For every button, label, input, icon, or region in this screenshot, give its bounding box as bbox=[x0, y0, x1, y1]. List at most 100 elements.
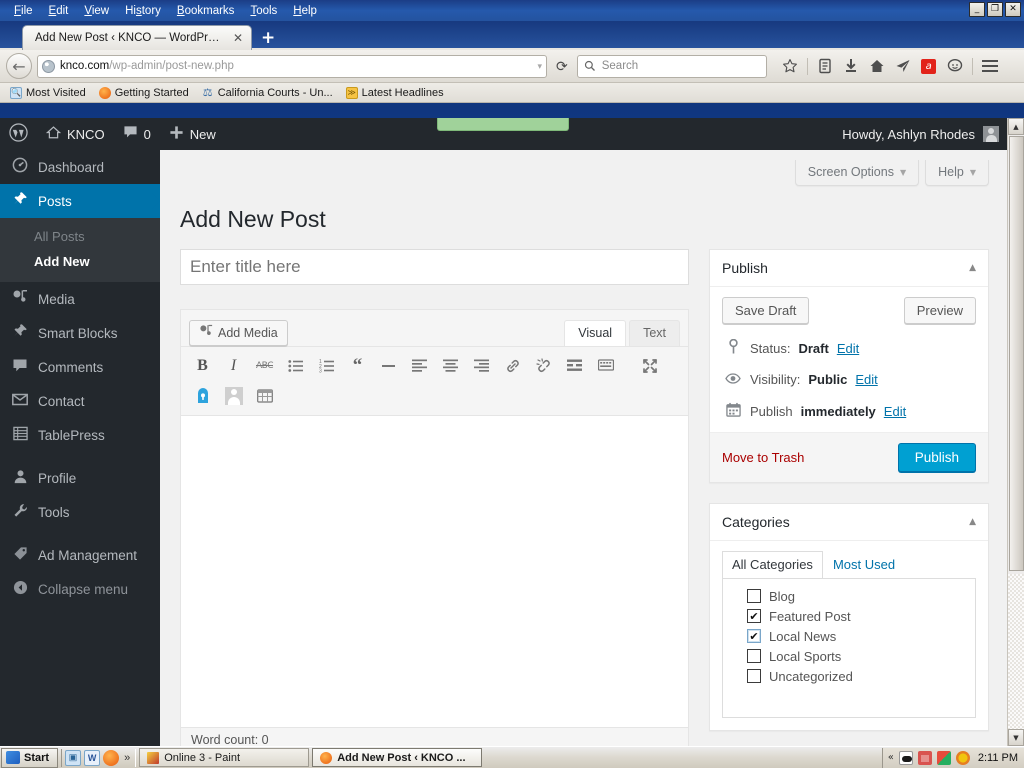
sidebar-item-posts[interactable]: Posts bbox=[0, 184, 160, 218]
category-checkbox[interactable] bbox=[747, 649, 761, 664]
scroll-down-arrow[interactable]: ▼ bbox=[1008, 729, 1024, 746]
tab-text[interactable]: Text bbox=[629, 319, 680, 346]
firefox-icon[interactable] bbox=[103, 749, 120, 766]
search-bar[interactable]: Search bbox=[576, 54, 767, 78]
align-center-icon[interactable] bbox=[435, 351, 466, 381]
sidebar-item-smart-blocks[interactable]: Smart Blocks bbox=[0, 316, 160, 350]
menu-icon[interactable] bbox=[978, 54, 1002, 78]
maximize-button[interactable]: ❐ bbox=[987, 2, 1003, 17]
tab-all-categories[interactable]: All Categories bbox=[722, 550, 823, 578]
menu-tools[interactable]: Tools bbox=[242, 3, 285, 19]
site-name-button[interactable]: KNCO bbox=[37, 118, 114, 150]
toolbar-toggle-icon[interactable] bbox=[590, 351, 621, 381]
add-media-button[interactable]: Add Media bbox=[189, 319, 288, 346]
visibility-edit-link[interactable]: Edit bbox=[855, 372, 877, 387]
scrollbar-track[interactable] bbox=[1008, 574, 1024, 729]
lock-icon[interactable] bbox=[187, 381, 218, 411]
bookmark-getting-started[interactable]: Getting Started bbox=[94, 86, 194, 100]
menu-file[interactable]: File bbox=[6, 3, 41, 19]
minimize-button[interactable]: _ bbox=[969, 2, 985, 17]
sidebar-item-all-posts[interactable]: All Posts bbox=[0, 224, 160, 249]
category-row-uncategorized[interactable]: Uncategorized bbox=[733, 667, 965, 687]
start-button[interactable]: Start bbox=[1, 747, 59, 768]
save-draft-button[interactable]: Save Draft bbox=[722, 296, 810, 324]
category-row-blog[interactable]: Blog bbox=[733, 587, 965, 607]
windows-icon[interactable] bbox=[936, 750, 951, 765]
account-menu[interactable]: Howdy, Ashlyn Rhodes bbox=[842, 126, 1007, 142]
sidebar-item-add-new[interactable]: Add New bbox=[0, 249, 160, 274]
sidebar-item-comments[interactable]: Comments bbox=[0, 350, 160, 384]
avira-icon[interactable]: a bbox=[917, 54, 941, 78]
chevron-up-icon[interactable]: ▲ bbox=[969, 517, 976, 527]
menu-edit[interactable]: Edit bbox=[41, 3, 77, 19]
menu-view[interactable]: View bbox=[76, 3, 117, 19]
new-tab-button[interactable]: + bbox=[261, 30, 275, 47]
bullet-list-icon[interactable] bbox=[280, 351, 311, 381]
page-scrollbar[interactable]: ▲ ▼ bbox=[1007, 118, 1024, 746]
categories-metabox-header[interactable]: Categories ▲ bbox=[710, 504, 988, 541]
publish-button[interactable]: Publish bbox=[897, 442, 976, 472]
sidebar-item-tablepress[interactable]: TablePress bbox=[0, 418, 160, 452]
unlink-icon[interactable] bbox=[528, 351, 559, 381]
category-checkbox[interactable] bbox=[747, 589, 761, 604]
blockquote-icon[interactable]: “ bbox=[342, 351, 373, 381]
italic-icon[interactable]: I bbox=[218, 351, 249, 381]
preview-button[interactable]: Preview bbox=[903, 296, 976, 324]
chevron-up-icon[interactable]: ▲ bbox=[969, 263, 976, 273]
status-edit-link[interactable]: Edit bbox=[837, 341, 859, 356]
scroll-up-arrow[interactable]: ▲ bbox=[1008, 118, 1024, 135]
chevron-down-icon[interactable]: ▾ bbox=[537, 61, 542, 72]
sidebar-item-contact[interactable]: Contact bbox=[0, 384, 160, 418]
schedule-edit-link[interactable]: Edit bbox=[884, 404, 906, 419]
screen-options-tab[interactable]: Screen Options ▼ bbox=[794, 160, 920, 186]
home-icon[interactable] bbox=[865, 54, 889, 78]
word-icon[interactable]: W bbox=[84, 749, 101, 766]
tray-expand-icon[interactable]: « bbox=[888, 752, 894, 763]
show-desktop-icon[interactable]: ▣ bbox=[65, 749, 82, 766]
tab-visual[interactable]: Visual bbox=[564, 319, 627, 346]
align-left-icon[interactable] bbox=[404, 351, 435, 381]
url-bar[interactable]: knco.com/wp-admin/post-new.php ▾ bbox=[37, 54, 547, 78]
chat-icon[interactable] bbox=[943, 54, 967, 78]
home-icon[interactable] bbox=[917, 750, 932, 765]
publish-metabox-header[interactable]: Publish ▲ bbox=[710, 250, 988, 287]
editor-content-area[interactable] bbox=[181, 414, 688, 727]
fullscreen-icon[interactable] bbox=[634, 351, 665, 381]
align-right-icon[interactable] bbox=[466, 351, 497, 381]
browser-tab-active[interactable]: Add New Post ‹ KNCO — WordPress ✕ bbox=[22, 25, 252, 50]
taskbar-item-paint[interactable]: Online 3 - Paint bbox=[139, 748, 310, 767]
horizontal-rule-icon[interactable] bbox=[373, 351, 404, 381]
back-button[interactable]: ← bbox=[6, 53, 32, 79]
cloud-icon[interactable] bbox=[898, 750, 913, 765]
reload-icon[interactable]: ⟳ bbox=[552, 58, 572, 75]
category-checkbox[interactable] bbox=[747, 669, 761, 684]
sidebar-item-media[interactable]: Media bbox=[0, 282, 160, 316]
download-icon[interactable] bbox=[839, 54, 863, 78]
comments-bubble-button[interactable]: 0 bbox=[114, 118, 160, 150]
avatar-placeholder-icon[interactable] bbox=[218, 381, 249, 411]
move-to-trash-link[interactable]: Move to Trash bbox=[722, 450, 804, 465]
bookmark-latest-headlines[interactable]: ≫ Latest Headlines bbox=[341, 86, 449, 100]
new-content-button[interactable]: New bbox=[160, 118, 225, 150]
sidebar-item-dashboard[interactable]: Dashboard bbox=[0, 150, 160, 184]
taskbar-item-firefox[interactable]: Add New Post ‹ KNCO ... bbox=[312, 748, 483, 767]
read-more-icon[interactable] bbox=[559, 351, 590, 381]
tab-most-used[interactable]: Most Used bbox=[823, 551, 905, 578]
sidebar-item-ad-management[interactable]: Ad Management bbox=[0, 538, 160, 572]
category-checkbox[interactable]: ✔ bbox=[747, 609, 761, 624]
quick-launch-overflow[interactable]: » bbox=[122, 752, 132, 764]
bookmark-most-visited[interactable]: 🔍 Most Visited bbox=[5, 86, 91, 100]
strikethrough-icon[interactable]: ABC bbox=[249, 351, 280, 381]
send-icon[interactable] bbox=[891, 54, 915, 78]
insert-link-icon[interactable] bbox=[497, 351, 528, 381]
category-checkbox[interactable]: ✔ bbox=[747, 629, 761, 644]
scrollbar-thumb[interactable] bbox=[1009, 136, 1024, 571]
menu-bookmarks[interactable]: Bookmarks bbox=[169, 3, 243, 19]
help-tab[interactable]: Help ▼ bbox=[925, 160, 989, 186]
gear-icon[interactable] bbox=[955, 750, 970, 765]
category-row-local-sports[interactable]: Local Sports bbox=[733, 647, 965, 667]
reader-icon[interactable] bbox=[813, 54, 837, 78]
bold-icon[interactable]: B bbox=[187, 351, 218, 381]
calendar-table-icon[interactable] bbox=[249, 381, 280, 411]
close-button[interactable]: ✕ bbox=[1005, 2, 1021, 17]
